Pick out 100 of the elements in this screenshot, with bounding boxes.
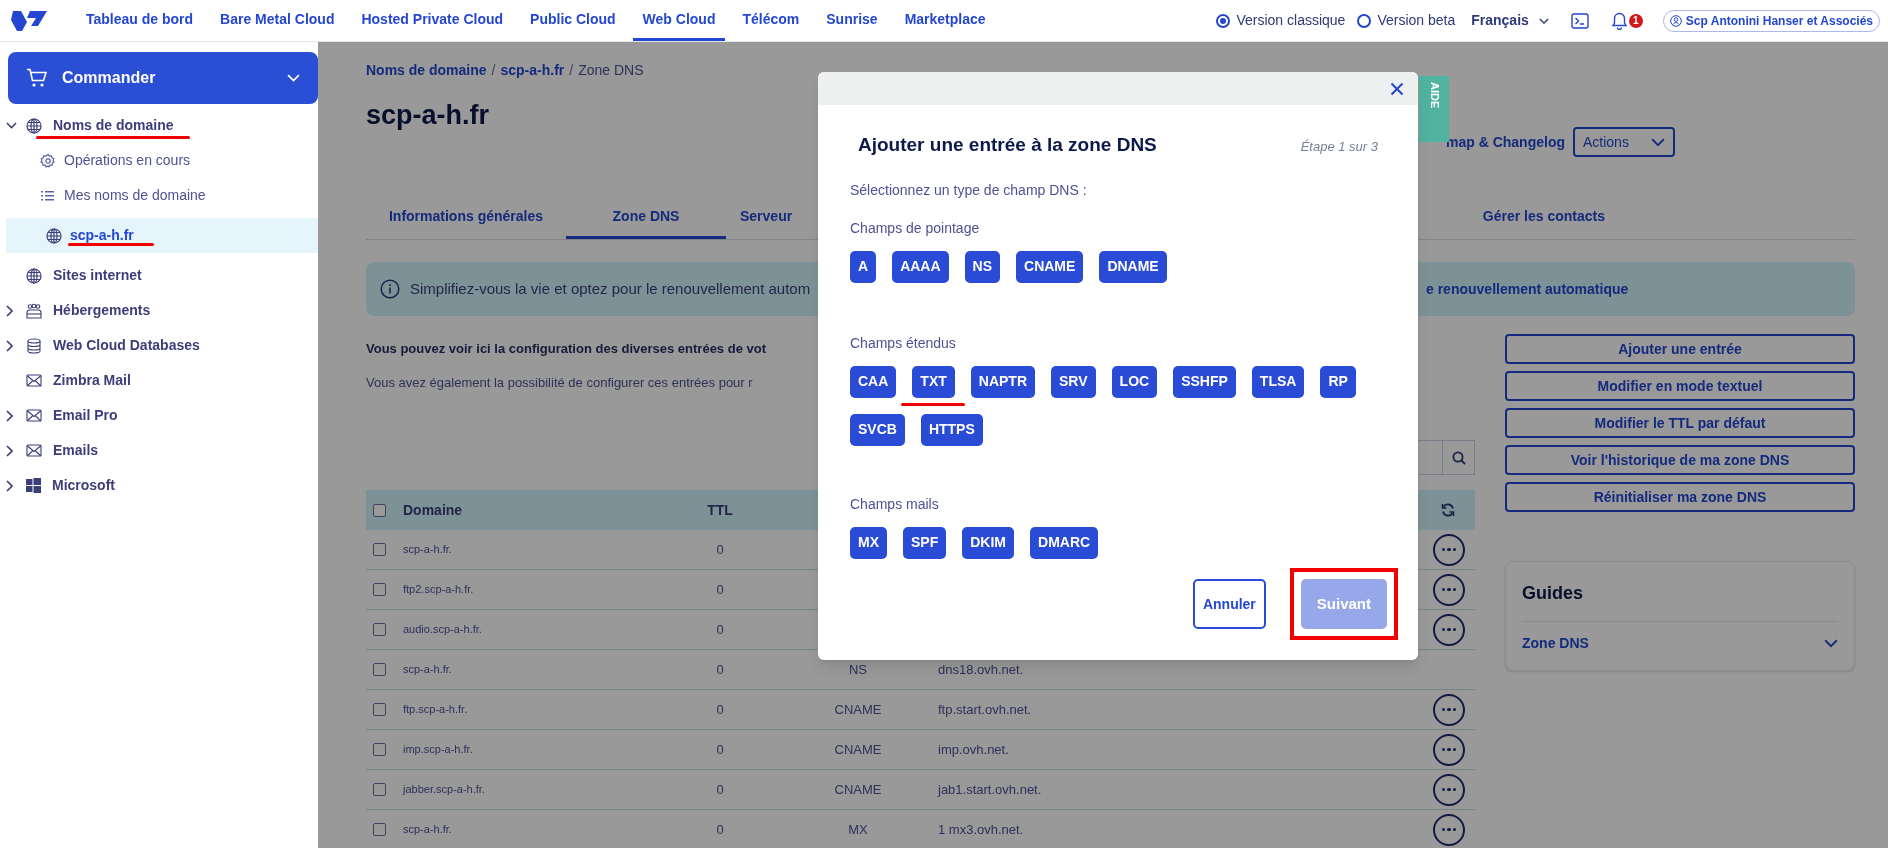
dns-type-button[interactable]: TLSA [1251, 365, 1305, 398]
order-button[interactable]: Commander [8, 52, 318, 104]
action-button[interactable]: Modifier le TTL par défaut [1505, 408, 1855, 438]
sidebar-subitem[interactable]: Mes noms de domaine [0, 178, 318, 213]
user-icon [1669, 14, 1682, 27]
dns-type-button[interactable]: A [850, 250, 877, 283]
table-cell-text: 1 mx3.ovh.net. [938, 820, 1024, 839]
more-actions-button[interactable] [1433, 773, 1465, 806]
dns-type-button[interactable]: NS [964, 250, 1001, 283]
sidebar-item[interactable]: Zimbra Mail [0, 363, 318, 398]
dns-type-button[interactable]: DKIM [962, 526, 1014, 559]
dns-type-button[interactable]: CNAME [1016, 250, 1084, 283]
tab[interactable]: Zone DNS [566, 197, 726, 239]
globe-icon [46, 227, 62, 244]
dns-type-button[interactable]: HTTPS [920, 413, 983, 446]
sidebar-item[interactable]: Noms de domaine [0, 108, 318, 143]
dns-type-button[interactable]: CAA [850, 365, 897, 398]
checkbox[interactable] [373, 743, 386, 756]
sidebar-item[interactable]: Hébergements [0, 293, 318, 328]
radio-button[interactable] [1216, 13, 1231, 28]
dns-type-button[interactable]: SRV [1051, 365, 1096, 398]
action-button[interactable]: Réinitialiser ma zone DNS [1505, 482, 1855, 512]
chevron-down-icon [1538, 17, 1549, 24]
dns-type-button[interactable]: DMARC [1030, 526, 1099, 559]
dns-type-button[interactable]: LOC [1111, 365, 1158, 398]
dns-type-button[interactable]: MX [850, 526, 887, 559]
table-cell-text: jabber.scp-a-h.fr. [403, 782, 486, 798]
dns-type-button[interactable]: SSHFP [1173, 365, 1236, 398]
tab[interactable]: Gérer les contacts [1462, 197, 1625, 239]
more-actions-button[interactable] [1433, 573, 1465, 606]
tab[interactable]: Informations générales [366, 197, 566, 239]
table-cell-text: dns18.ovh.net. [938, 660, 1024, 679]
radio-option[interactable]: Version beta [1357, 10, 1456, 31]
group-label: Champs de pointage [850, 218, 981, 238]
globe-icon [26, 117, 42, 134]
nav-link[interactable]: Public Cloud [520, 0, 626, 41]
more-actions-button[interactable] [1433, 813, 1465, 846]
checkbox[interactable] [373, 543, 386, 556]
table-cell-text: jab1.start.ovh.net. [938, 780, 1042, 799]
dns-type-button[interactable]: NAPTR [970, 365, 1036, 398]
breadcrumb-link[interactable]: Noms de domaine [366, 59, 487, 81]
dns-type-button[interactable]: RP [1320, 365, 1356, 398]
page-title: scp-a-h.fr [366, 99, 490, 132]
dns-type-button[interactable]: TXT [912, 365, 955, 398]
dns-type-button[interactable]: DNAME [1099, 250, 1167, 283]
checkbox[interactable] [373, 783, 386, 796]
renewal-link[interactable]: e renouvellement automatique [1426, 278, 1629, 300]
checkbox[interactable] [373, 623, 386, 636]
sidebar-item[interactable]: Microsoft [0, 468, 318, 503]
close-icon [1390, 81, 1404, 96]
nav-link[interactable]: Marketplace [894, 0, 996, 41]
checkbox[interactable] [373, 663, 386, 676]
checkbox[interactable] [373, 503, 386, 517]
table-cell-text: audio.scp-a-h.fr. [403, 622, 483, 638]
checkbox[interactable] [373, 823, 386, 836]
table-cell-text: 0 [715, 700, 725, 719]
dns-type-button[interactable]: SPF [903, 526, 947, 559]
radio-button[interactable] [1357, 13, 1372, 28]
roadmap-link[interactable]: map & Changelog [1446, 131, 1565, 153]
table-cell-text: CNAME [833, 740, 883, 759]
sidebar-item[interactable]: Web Cloud Databases [0, 328, 318, 363]
more-actions-button[interactable] [1433, 733, 1465, 766]
action-button[interactable]: Modifier en mode textuel [1505, 371, 1855, 401]
sidebar-subitem[interactable]: Opérations en cours [0, 143, 318, 178]
chevron-down-icon [287, 74, 300, 82]
language-dropdown[interactable]: Français [1471, 10, 1549, 31]
sidebar-item[interactable]: Email Pro [0, 398, 318, 433]
intro-text: Vous pouvez voir ici la configuration des diverses entrées de vot [366, 340, 766, 358]
nav-link[interactable]: Tableau de bord [76, 0, 204, 41]
people-icon [26, 302, 42, 319]
action-button[interactable]: Voir l'historique de ma zone DNS [1505, 445, 1855, 475]
chevron-down-icon [1651, 137, 1665, 147]
checkbox[interactable] [373, 703, 386, 716]
action-button[interactable]: Ajouter une entrée [1505, 334, 1855, 364]
envelope-icon [26, 409, 42, 422]
table-cell-text: imp.ovh.net. [938, 740, 1009, 759]
table-cell-text: CNAME [833, 780, 883, 799]
more-actions-button[interactable] [1433, 613, 1465, 646]
more-actions-button[interactable] [1433, 533, 1465, 566]
actions-dropdown[interactable]: Actions [1573, 127, 1675, 157]
cancel-button[interactable]: Annuler [1192, 579, 1266, 629]
sidebar-subitem[interactable]: scp-a-h.fr [6, 218, 318, 253]
tab[interactable]: Serveur [726, 197, 807, 239]
more-actions-button[interactable] [1433, 693, 1465, 726]
banner-text: Simplifiez-vous la vie et optez pour le renouvellement autom [410, 278, 810, 299]
sidebar-item[interactable]: Emails [0, 433, 318, 468]
sidebar-item[interactable]: Sites internet [0, 258, 318, 293]
nav-link[interactable]: Télécom [732, 0, 810, 41]
breadcrumb-link[interactable]: scp-a-h.fr [500, 59, 565, 81]
table-cell-text: 0 [715, 660, 725, 679]
dns-type-button[interactable]: SVCB [850, 413, 905, 446]
nav-link[interactable]: Bare Metal Cloud [210, 0, 345, 41]
notification-badge: 1 [1628, 13, 1643, 28]
accordion-item[interactable]: Zone DNS [1522, 621, 1838, 665]
nav-link[interactable]: Sunrise [816, 0, 888, 41]
checkbox[interactable] [373, 583, 386, 596]
radio-option[interactable]: Version classique [1216, 10, 1346, 31]
nav-link[interactable]: Hosted Private Cloud [351, 0, 514, 41]
table-cell-text: ftp.scp-a-h.fr. [403, 702, 469, 718]
dns-type-button[interactable]: AAAA [892, 250, 949, 283]
